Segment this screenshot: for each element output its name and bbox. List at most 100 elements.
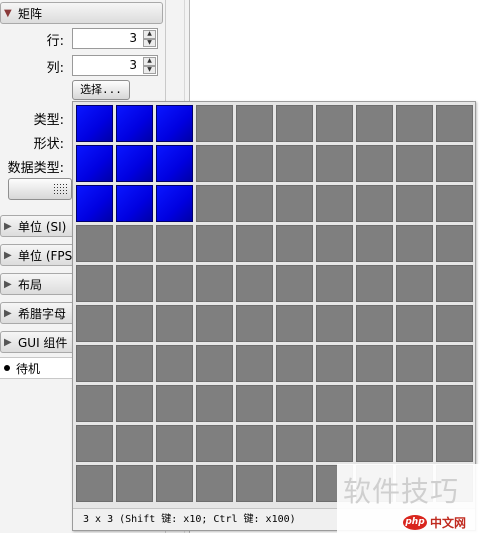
grid-cell-r3-c1[interactable] [76, 185, 113, 222]
grid-cell-r9-c5[interactable] [236, 425, 273, 462]
grid-cell-r3-c3[interactable] [156, 185, 193, 222]
grid-cell-r9-c8[interactable] [356, 425, 393, 462]
grid-cell-r5-c4[interactable] [196, 265, 233, 302]
grid-cell-r6-c5[interactable] [236, 305, 273, 342]
grid-cell-r8-c8[interactable] [356, 385, 393, 422]
grid-cell-r7-c1[interactable] [76, 345, 113, 382]
grid-cell-r4-c9[interactable] [396, 225, 433, 262]
grid-cell-r6-c10[interactable] [436, 305, 473, 342]
grid-cell-r10-c5[interactable] [236, 465, 273, 502]
grid-cell-r6-c1[interactable] [76, 305, 113, 342]
grid-cell-r9-c10[interactable] [436, 425, 473, 462]
grid-cell-r3-c2[interactable] [116, 185, 153, 222]
grid-cell-r9-c3[interactable] [156, 425, 193, 462]
grid-cell-r1-c5[interactable] [236, 105, 273, 142]
grid-cell-r3-c5[interactable] [236, 185, 273, 222]
grid-cell-r2-c3[interactable] [156, 145, 193, 182]
rows-stepper[interactable]: 3 ▲ ▼ [72, 28, 158, 49]
matrix-size-grid[interactable] [76, 105, 476, 505]
cols-stepper[interactable]: 3 ▲ ▼ [72, 55, 158, 76]
grid-cell-r3-c4[interactable] [196, 185, 233, 222]
grid-cell-r10-c3[interactable] [156, 465, 193, 502]
matrix-size-picker-button[interactable] [8, 178, 72, 200]
grid-cell-r9-c9[interactable] [396, 425, 433, 462]
rows-down-icon[interactable]: ▼ [143, 38, 156, 47]
grid-cell-r7-c5[interactable] [236, 345, 273, 382]
grid-cell-r8-c6[interactable] [276, 385, 313, 422]
grid-cell-r6-c2[interactable] [116, 305, 153, 342]
grid-cell-r5-c10[interactable] [436, 265, 473, 302]
grid-cell-r1-c2[interactable] [116, 105, 153, 142]
grid-cell-r6-c7[interactable] [316, 305, 353, 342]
grid-cell-r1-c1[interactable] [76, 105, 113, 142]
grid-cell-r7-c9[interactable] [396, 345, 433, 382]
grid-cell-r7-c6[interactable] [276, 345, 313, 382]
grid-cell-r10-c4[interactable] [196, 465, 233, 502]
grid-cell-r1-c6[interactable] [276, 105, 313, 142]
grid-cell-r6-c6[interactable] [276, 305, 313, 342]
grid-cell-r7-c8[interactable] [356, 345, 393, 382]
grid-cell-r4-c2[interactable] [116, 225, 153, 262]
grid-cell-r4-c7[interactable] [316, 225, 353, 262]
grid-cell-r5-c8[interactable] [356, 265, 393, 302]
section-matrix[interactable]: ▼ 矩阵 [0, 2, 163, 24]
grid-cell-r7-c7[interactable] [316, 345, 353, 382]
rows-up-icon[interactable]: ▲ [143, 30, 156, 39]
grid-cell-r10-c1[interactable] [76, 465, 113, 502]
grid-cell-r1-c10[interactable] [436, 105, 473, 142]
grid-cell-r4-c10[interactable] [436, 225, 473, 262]
grid-cell-r6-c8[interactable] [356, 305, 393, 342]
grid-cell-r2-c10[interactable] [436, 145, 473, 182]
grid-cell-r8-c5[interactable] [236, 385, 273, 422]
grid-cell-r4-c5[interactable] [236, 225, 273, 262]
grid-cell-r1-c3[interactable] [156, 105, 193, 142]
grid-cell-r3-c10[interactable] [436, 185, 473, 222]
grid-cell-r5-c2[interactable] [116, 265, 153, 302]
grid-cell-r8-c2[interactable] [116, 385, 153, 422]
grid-cell-r9-c7[interactable] [316, 425, 353, 462]
grid-cell-r5-c5[interactable] [236, 265, 273, 302]
grid-cell-r10-c2[interactable] [116, 465, 153, 502]
select-button[interactable]: 选择... [72, 80, 130, 100]
grid-cell-r8-c1[interactable] [76, 385, 113, 422]
grid-cell-r9-c2[interactable] [116, 425, 153, 462]
grid-cell-r3-c7[interactable] [316, 185, 353, 222]
grid-cell-r7-c3[interactable] [156, 345, 193, 382]
grid-cell-r4-c3[interactable] [156, 225, 193, 262]
grid-cell-r7-c2[interactable] [116, 345, 153, 382]
grid-cell-r8-c7[interactable] [316, 385, 353, 422]
grid-cell-r5-c6[interactable] [276, 265, 313, 302]
grid-cell-r10-c6[interactable] [276, 465, 313, 502]
grid-cell-r9-c4[interactable] [196, 425, 233, 462]
grid-cell-r1-c9[interactable] [396, 105, 433, 142]
grid-cell-r7-c4[interactable] [196, 345, 233, 382]
grid-cell-r2-c2[interactable] [116, 145, 153, 182]
grid-cell-r3-c8[interactable] [356, 185, 393, 222]
grid-cell-r2-c8[interactable] [356, 145, 393, 182]
grid-cell-r9-c6[interactable] [276, 425, 313, 462]
grid-cell-r9-c1[interactable] [76, 425, 113, 462]
grid-cell-r8-c9[interactable] [396, 385, 433, 422]
grid-cell-r2-c4[interactable] [196, 145, 233, 182]
grid-cell-r5-c7[interactable] [316, 265, 353, 302]
grid-cell-r1-c7[interactable] [316, 105, 353, 142]
grid-cell-r6-c3[interactable] [156, 305, 193, 342]
grid-cell-r3-c9[interactable] [396, 185, 433, 222]
grid-cell-r6-c4[interactable] [196, 305, 233, 342]
grid-cell-r5-c1[interactable] [76, 265, 113, 302]
grid-cell-r8-c4[interactable] [196, 385, 233, 422]
grid-cell-r2-c5[interactable] [236, 145, 273, 182]
grid-cell-r5-c9[interactable] [396, 265, 433, 302]
grid-cell-r8-c3[interactable] [156, 385, 193, 422]
cols-up-icon[interactable]: ▲ [143, 57, 156, 66]
grid-cell-r7-c10[interactable] [436, 345, 473, 382]
grid-cell-r4-c6[interactable] [276, 225, 313, 262]
grid-cell-r2-c6[interactable] [276, 145, 313, 182]
grid-cell-r3-c6[interactable] [276, 185, 313, 222]
grid-cell-r4-c8[interactable] [356, 225, 393, 262]
grid-cell-r2-c1[interactable] [76, 145, 113, 182]
cols-down-icon[interactable]: ▼ [143, 65, 156, 74]
grid-cell-r1-c8[interactable] [356, 105, 393, 142]
grid-cell-r5-c3[interactable] [156, 265, 193, 302]
grid-cell-r8-c10[interactable] [436, 385, 473, 422]
